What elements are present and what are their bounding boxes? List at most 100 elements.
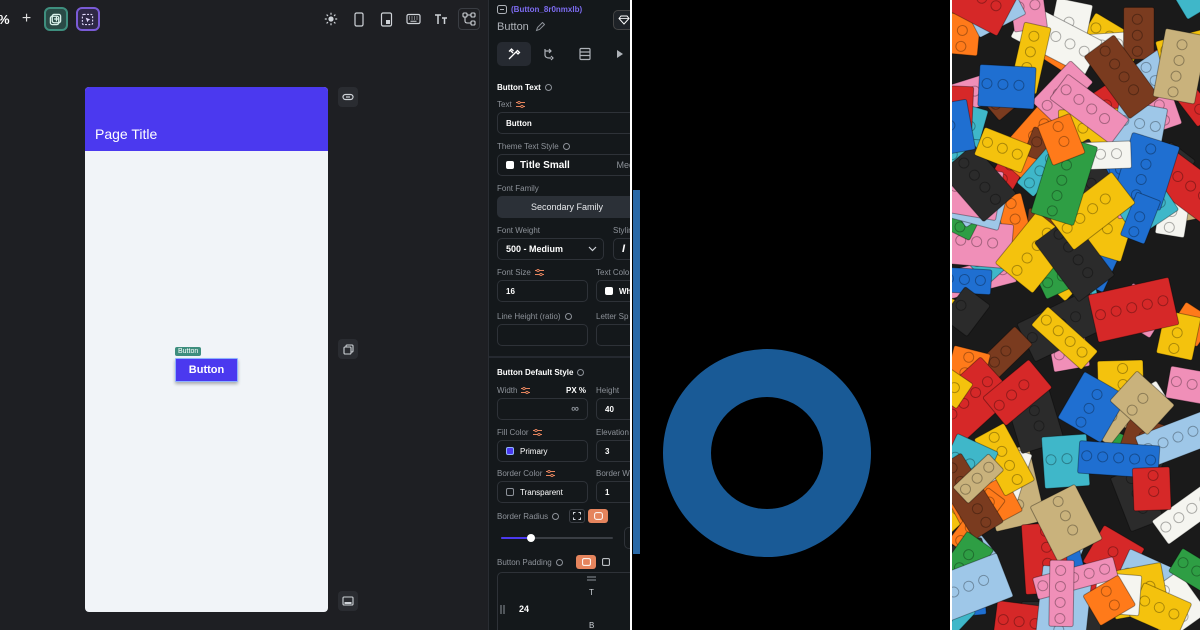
radius-individual-toggle[interactable] <box>569 509 585 523</box>
button-text-section-title: Button Text <box>497 83 552 92</box>
widget-name[interactable]: Button <box>497 21 529 33</box>
text-color-value: Wh <box>619 286 630 296</box>
tune-icon[interactable] <box>546 470 556 477</box>
add-widget-icon <box>49 13 62 25</box>
section-divider <box>489 356 630 358</box>
duplicate-widget-handle[interactable] <box>338 339 358 359</box>
font-size-input[interactable]: 16 <box>497 280 588 302</box>
selected-button[interactable]: Button <box>175 358 238 382</box>
height-input[interactable]: 40 <box>596 398 630 420</box>
tab-backend-query[interactable] <box>568 42 602 66</box>
copy-icon <box>342 343 354 355</box>
premium-button[interactable] <box>613 10 630 30</box>
tab-properties[interactable] <box>497 42 531 66</box>
keyboard-icon <box>406 13 421 25</box>
button-text-heading: Button Text <box>497 83 541 92</box>
letter-spacing-input[interactable] <box>596 324 630 346</box>
info-icon[interactable] <box>552 513 560 520</box>
border-width-input[interactable]: 1 <box>596 481 630 503</box>
panel-tabs <box>497 42 630 66</box>
border-radius-slider[interactable] <box>501 534 613 542</box>
padding-individual-toggle[interactable] <box>599 555 613 569</box>
appbar-widget-handle[interactable] <box>338 87 358 107</box>
elevation-label: Elevation <box>596 428 629 437</box>
italic-toggle[interactable]: I <box>613 238 630 260</box>
tune-icon[interactable] <box>534 269 544 276</box>
width-unit-toggle[interactable]: PX % <box>566 386 586 395</box>
border-radius-label-row: Border Radius <box>497 512 560 521</box>
radius-uniform-toggle[interactable] <box>588 509 608 523</box>
widget-id[interactable]: (Button_8r0nmxlb) <box>511 5 582 14</box>
font-weight-select[interactable]: 500 - Medium <box>497 238 604 260</box>
text-color-swatch <box>605 287 613 295</box>
theme-text-style-label: Theme Text Style <box>497 142 559 151</box>
lego-brick <box>1165 365 1200 407</box>
widget-tree-button[interactable] <box>457 8 480 30</box>
tablet-icon <box>380 11 392 27</box>
info-icon[interactable] <box>564 313 572 320</box>
more-icon <box>617 50 624 58</box>
italic-icon: I <box>622 243 626 255</box>
edit-pencil-icon[interactable] <box>535 22 545 32</box>
square-outline-icon <box>602 558 610 566</box>
button-widget-icon <box>497 5 507 14</box>
corners-icon <box>573 512 581 520</box>
theme-toggle-button[interactable] <box>320 8 342 30</box>
ring-image <box>632 0 950 630</box>
lego-brick <box>1048 559 1075 628</box>
padding-uniform-toggle[interactable] <box>576 555 596 569</box>
line-height-input[interactable] <box>497 324 588 346</box>
text-input[interactable]: Button <box>497 112 630 134</box>
keyboard-button[interactable] <box>403 8 425 30</box>
lego-bricks-photo <box>952 0 1200 630</box>
width-input[interactable]: ∞ <box>497 398 588 420</box>
font-size-label: Font Size <box>497 268 531 277</box>
slider-thumb[interactable] <box>526 534 535 542</box>
padding-left-value[interactable]: 24 <box>519 604 529 614</box>
tablet-preview-button[interactable] <box>375 8 397 30</box>
text-color-picker[interactable]: Wh <box>596 280 630 302</box>
theme-text-style-select[interactable]: Title Small Medi <box>497 154 630 176</box>
tune-icon[interactable] <box>532 429 542 436</box>
app-bar[interactable]: Page Title <box>85 87 328 151</box>
lego-brick <box>1163 0 1200 20</box>
border-color-picker[interactable]: Transparent <box>497 481 588 503</box>
tune-icon[interactable] <box>515 101 525 108</box>
info-icon[interactable] <box>544 84 552 91</box>
phone-preview-button[interactable] <box>348 8 370 30</box>
padding-top-label: T <box>589 588 594 597</box>
sun-icon <box>324 12 338 26</box>
backend-icon <box>579 47 591 61</box>
border-color-label: Border Color <box>497 469 543 478</box>
elevation-input[interactable]: 3 <box>596 440 630 462</box>
zoom-level[interactable]: % <box>0 12 10 27</box>
actions-icon <box>544 48 555 61</box>
info-icon[interactable] <box>577 369 585 376</box>
tab-more[interactable] <box>604 42 631 66</box>
font-family-select[interactable]: Secondary Family <box>497 196 630 218</box>
rounded-square-icon <box>593 512 603 520</box>
phone-preview[interactable]: Page Title Button Button <box>85 87 328 612</box>
border-color-value: Transparent <box>520 487 563 497</box>
page-title[interactable]: Page Title <box>95 126 157 142</box>
padding-bottom-label: B <box>589 621 595 630</box>
border-width-label: Border W <box>596 469 630 478</box>
theme-text-style-size: Medi <box>616 160 630 170</box>
bottom-bar-handle[interactable] <box>338 591 358 611</box>
lego-brick <box>1152 28 1200 105</box>
fill-color-picker[interactable]: Primary <box>497 440 588 462</box>
properties-panel: (Button_8r0nmxlb) Button Button Text Tex… <box>488 0 630 630</box>
info-icon[interactable] <box>562 143 570 150</box>
padding-editor[interactable]: T 24 B <box>497 572 630 630</box>
lego-brick <box>952 266 993 296</box>
tune-icon[interactable] <box>521 387 531 394</box>
text-size-icon <box>435 14 448 24</box>
styling-label: Stylin <box>613 226 630 235</box>
tab-actions[interactable] <box>533 42 567 66</box>
add-widget-button[interactable] <box>43 7 68 31</box>
info-icon[interactable] <box>555 559 563 566</box>
text-scale-button[interactable] <box>430 8 452 30</box>
zoom-in-button[interactable]: + <box>18 10 36 28</box>
magic-select-button[interactable] <box>75 7 100 31</box>
link-icon <box>342 93 354 101</box>
